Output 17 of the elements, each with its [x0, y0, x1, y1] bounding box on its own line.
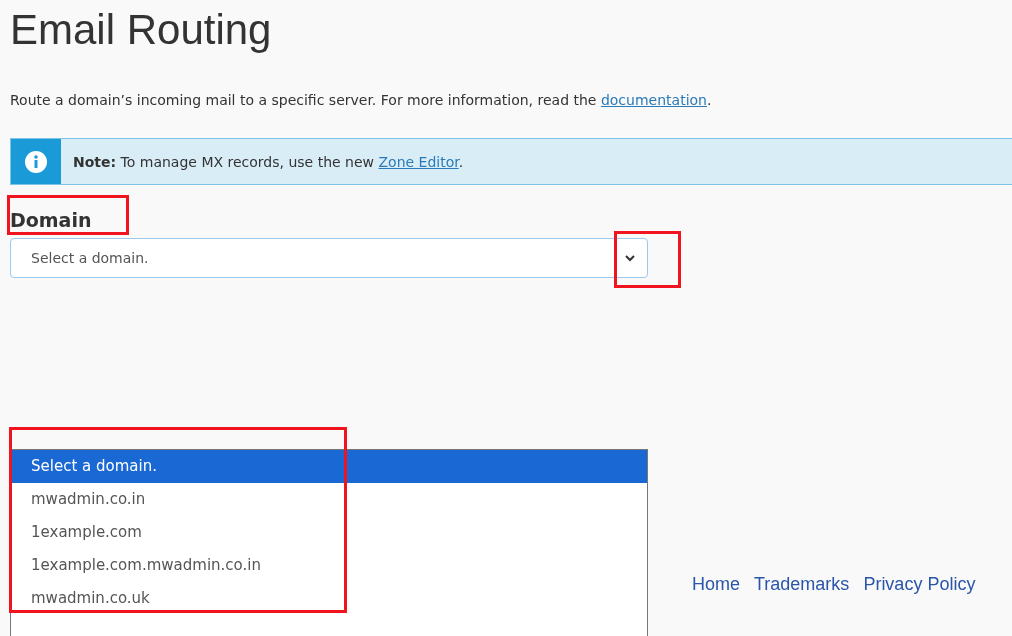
caret-icon — [625, 254, 635, 262]
dropdown-option[interactable]: 1example.com.mwadmin.co.in — [11, 549, 647, 582]
dropdown-option[interactable]: 1example.com — [11, 516, 647, 549]
intro-text: Route a domain’s incoming mail to a specific server. For more information, read the documentation. — [10, 91, 712, 110]
note-text: Note: To manage MX records, use the new Zone Editor. — [72, 153, 464, 170]
zone-editor-link[interactable]: Zone Editor — [378, 153, 459, 170]
footer-link[interactable]: Trademarks — [754, 574, 850, 595]
dropdown-option[interactable]: mwadmin.co.in — [11, 483, 647, 516]
info-icon — [24, 149, 48, 174]
domain-label: Domain — [10, 209, 92, 231]
dropdown-option[interactable]: mwadmin.co.uk — [11, 582, 647, 615]
documentation-link[interactable]: documentation — [600, 92, 707, 108]
footer-link[interactable]: Home — [692, 574, 740, 595]
footer-link[interactable]: Privacy Policy — [863, 574, 976, 595]
page-title: Email Routing — [10, 5, 272, 55]
domain-select[interactable]: Select a domain. — [10, 238, 648, 278]
dropdown-option[interactable]: Select a domain. — [11, 450, 647, 483]
